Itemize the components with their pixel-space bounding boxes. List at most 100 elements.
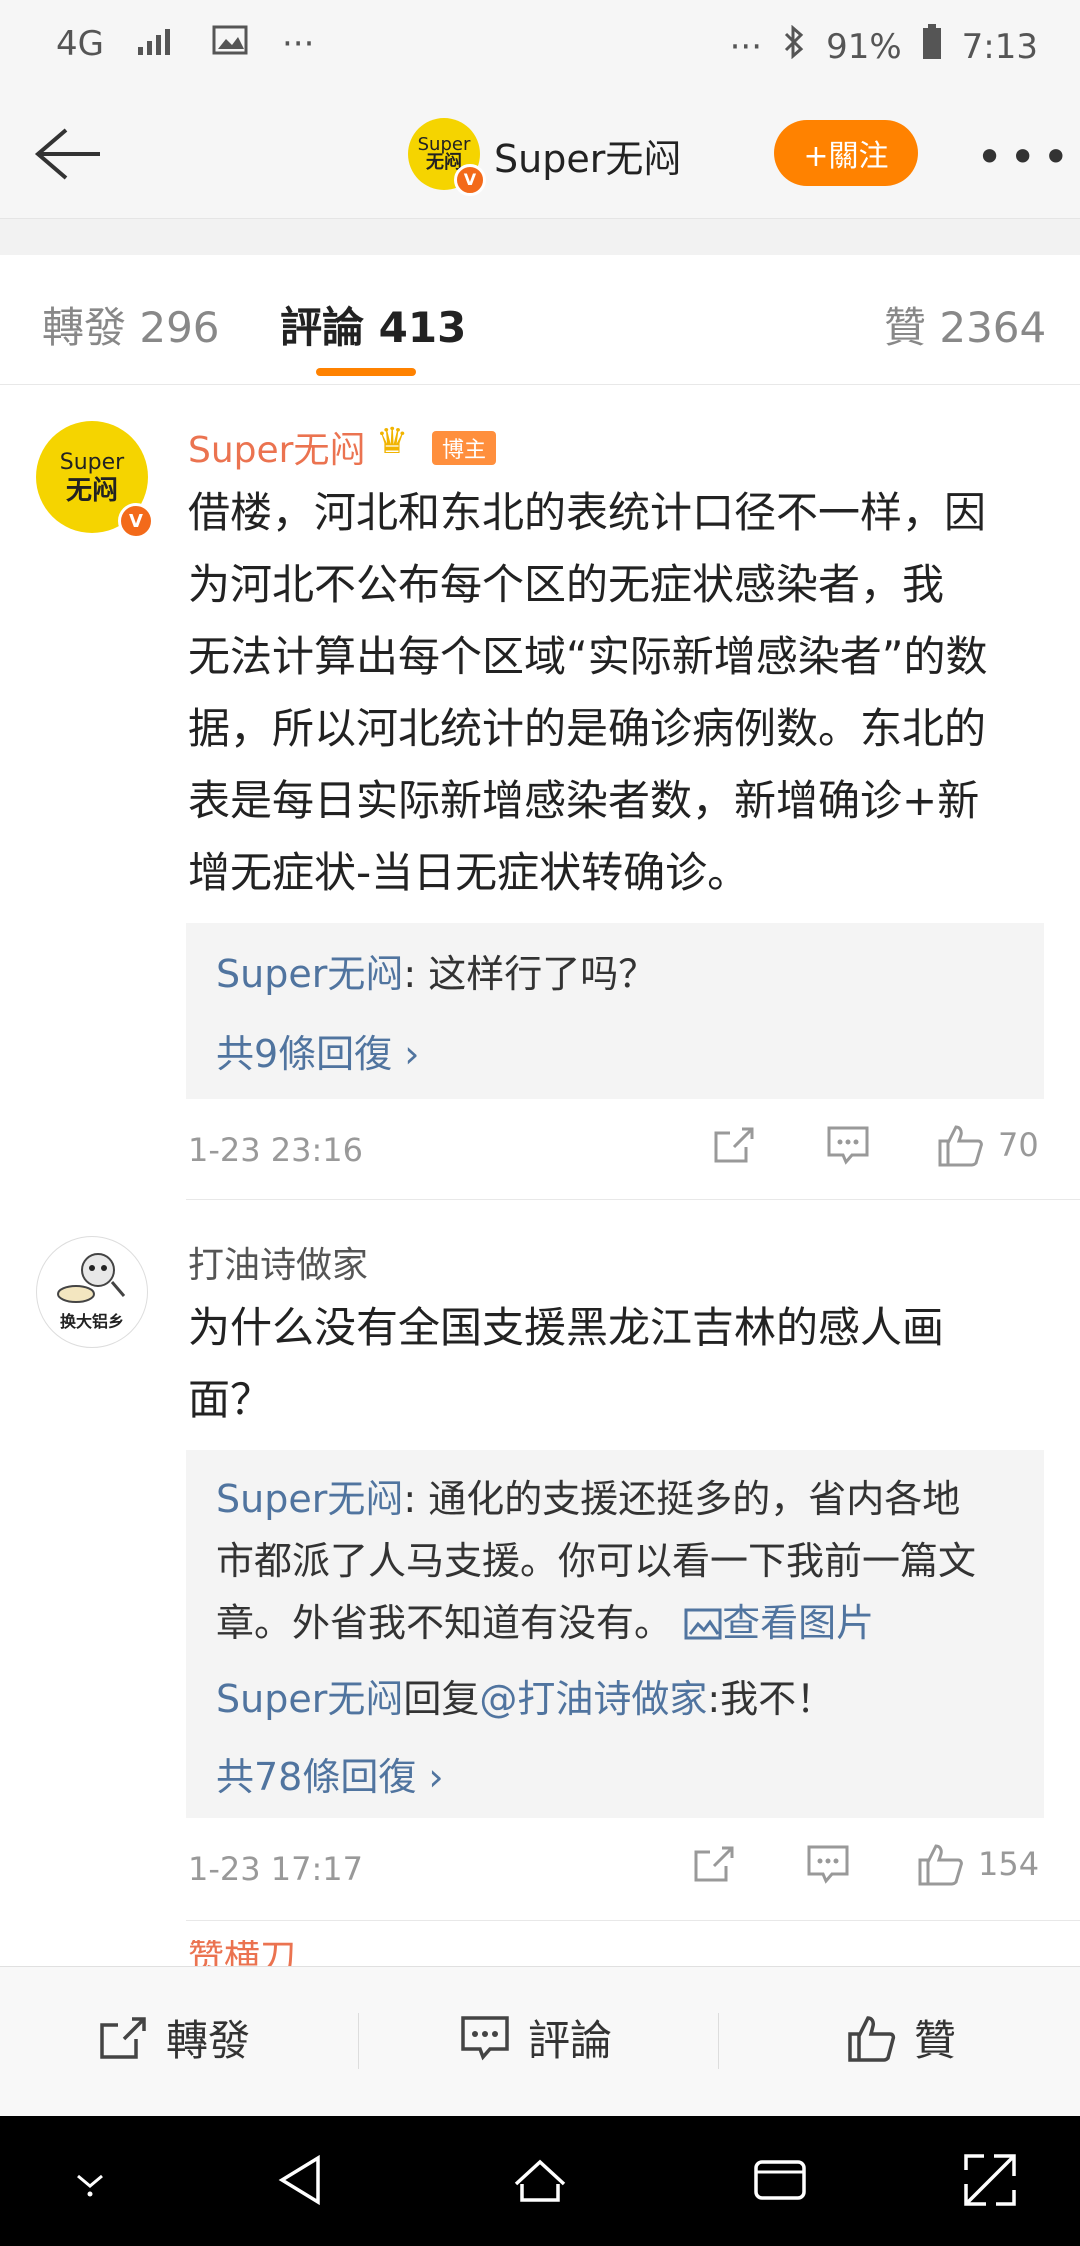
tab-reposts[interactable]: 轉發 296 [42,294,220,355]
back-button[interactable] [28,118,104,190]
more-replies-link[interactable]: 共9條回復 › [216,1023,419,1078]
verified-badge-icon: V [118,503,154,539]
avatar-text-bottom: 无闷 [65,476,118,506]
share-icon [714,1127,754,1163]
follow-button[interactable]: +關注 [774,120,918,186]
reply-line: Super无闷: 这样行了吗？ [216,943,1016,1005]
nav-title[interactable]: Super无闷 [494,128,681,183]
thumbs-up-icon [938,1125,983,1167]
tab-bar: 轉發 296 評論 413 贊 2364 [0,256,1080,385]
comment-line: 面？ [188,1375,273,1424]
comment-line: 借楼，河北和东北的表统计口径不一样，因 [188,488,987,537]
comment-line: 无法计算出每个区域“实际新增感染者”的数 [188,632,988,681]
status-more-left: ··· [281,24,315,64]
avatar-illustration-icon [57,1253,126,1303]
view-image-label: 查看图片 [722,1601,875,1645]
back-triangle-icon [278,2154,320,2206]
share-button[interactable] [712,1125,756,1165]
comment-item: 赞横刀 [0,1940,1080,1966]
image-icon [684,1608,722,1640]
fullscreen-button[interactable] [960,2150,1020,2210]
bottom-divider [718,2013,719,2069]
comment-label: 評論 [528,2016,613,2065]
chevron-down-icon [77,2174,103,2197]
battery-icon [922,24,942,69]
crown-icon: ♛ [376,421,409,462]
reply-connector: 回复 [403,1677,480,1721]
like-label: 贊 [914,2016,957,2065]
like-count: 154 [978,1845,1040,1883]
comment-line: 为河北不公布每个区的无症状感染者，我 [188,560,945,609]
reply-text: :我不！ [707,1677,835,1721]
mention-link[interactable]: @打油诗做家 [479,1677,707,1721]
comment-icon [827,1126,869,1165]
reply-line: Super无闷: 通化的支援还挺多的，省内各地 市都派了人马支援。你可以看一下我… [216,1468,1016,1654]
repost-button[interactable]: 轉發 [98,2007,250,2068]
comment-button[interactable]: 評論 [460,2007,612,2068]
comment-time: 1-23 17:17 [188,1850,364,1888]
share-button[interactable] [692,1844,736,1884]
like-button[interactable]: 154 [916,1842,1039,1886]
reply-text: : 这样行了吗？ [403,952,657,996]
comment-icon [807,1845,849,1884]
tab-comments[interactable]: 評論 413 [280,294,466,355]
gallery-icon [212,24,248,64]
recents-icon [754,2160,806,2200]
comment-time: 1-23 23:16 [188,1131,364,1169]
avatar-caption: 换大铝乡 [59,1312,124,1331]
reply-button[interactable] [806,1844,850,1884]
comment-divider [186,1920,1080,1921]
thumbs-up-icon [918,1844,963,1886]
comment-author[interactable]: 打油诗做家 [188,1236,368,1288]
like-post-button[interactable]: 贊 [846,2007,956,2068]
more-replies-link[interactable]: 共78條回復 › [216,1746,444,1801]
comment-author[interactable]: Super无闷 [188,421,365,473]
battery-percent: 91% [826,26,902,67]
reply-user-link[interactable]: Super无闷 [216,952,403,996]
comment-avatar[interactable]: Super 无闷 V [36,421,154,539]
comment-divider [186,1199,1080,1200]
thumbs-up-icon [848,2015,896,2062]
status-bar: 4G ··· ··· 91% 7:13 [0,0,1080,90]
repost-icon [100,2016,146,2059]
comment-author[interactable]: 赞横刀 [188,1940,296,1966]
system-back-button[interactable] [272,2150,332,2210]
verified-badge-icon: V [454,164,486,196]
reply-user-link[interactable]: Super无闷 [216,1477,403,1521]
reply-box[interactable]: Super无闷: 通化的支援还挺多的，省内各地 市都派了人马支援。你可以看一下我… [186,1450,1044,1818]
reply-user-link[interactable]: Super无闷 [216,1677,403,1721]
reply-text: 章。外省我不知道有没有。 [216,1601,673,1645]
nav-avatar[interactable]: Super 无闷 V [408,118,486,196]
comment-line: 表是每日实际新增感染者数，新增确诊+新 [188,776,980,825]
host-badge: 博主 [432,431,497,465]
avatar-text-top: Super [59,450,125,475]
repost-label: 轉發 [166,2016,251,2065]
comment-line: 据，所以河北统计的是确诊病例数。东北的 [188,704,987,753]
back-arrow-icon [34,128,100,180]
comment-text: 为什么没有全国支援黑龙江吉林的感人画 面？ [188,1292,1048,1436]
bottom-divider [358,2013,359,2069]
network-indicator: 4G [56,24,104,64]
active-tab-indicator [316,368,416,376]
view-image-link[interactable]: 查看图片 [684,1601,874,1645]
comment-text: 借楼，河北和东北的表统计口径不一样，因 为河北不公布每个区的无症状感染者，我 无… [188,477,1048,909]
system-nav-bar [0,2116,1080,2246]
comment-icon [461,2015,509,2060]
top-nav-bar: Super 无闷 V Super无闷 +關注 ••• [0,90,1080,219]
comment-line: 增无症状-当日无症状转确诊。 [188,848,750,897]
bottom-action-bar: 轉發 評論 贊 [0,1966,1080,2117]
reply-button[interactable] [826,1125,870,1165]
like-button[interactable]: 70 [936,1123,1039,1167]
hide-keyboard-button[interactable] [60,2150,120,2210]
status-more-right: ··· [729,26,763,67]
system-home-button[interactable] [510,2150,570,2210]
tab-likes[interactable]: 贊 2364 [884,294,1046,355]
reply-text: : 通化的支援还挺多的，省内各地 [403,1477,961,1521]
reply-line: Super无闷回复@打油诗做家:我不！ [216,1668,1016,1730]
system-recents-button[interactable] [750,2150,810,2210]
comment-avatar[interactable]: 换大铝乡 [36,1236,148,1348]
expand-icon [964,2154,1016,2206]
more-options-icon[interactable]: ••• [976,130,1075,184]
reply-box[interactable]: Super无闷: 这样行了吗？ 共9條回復 › [186,923,1044,1099]
section-gap [0,219,1080,255]
